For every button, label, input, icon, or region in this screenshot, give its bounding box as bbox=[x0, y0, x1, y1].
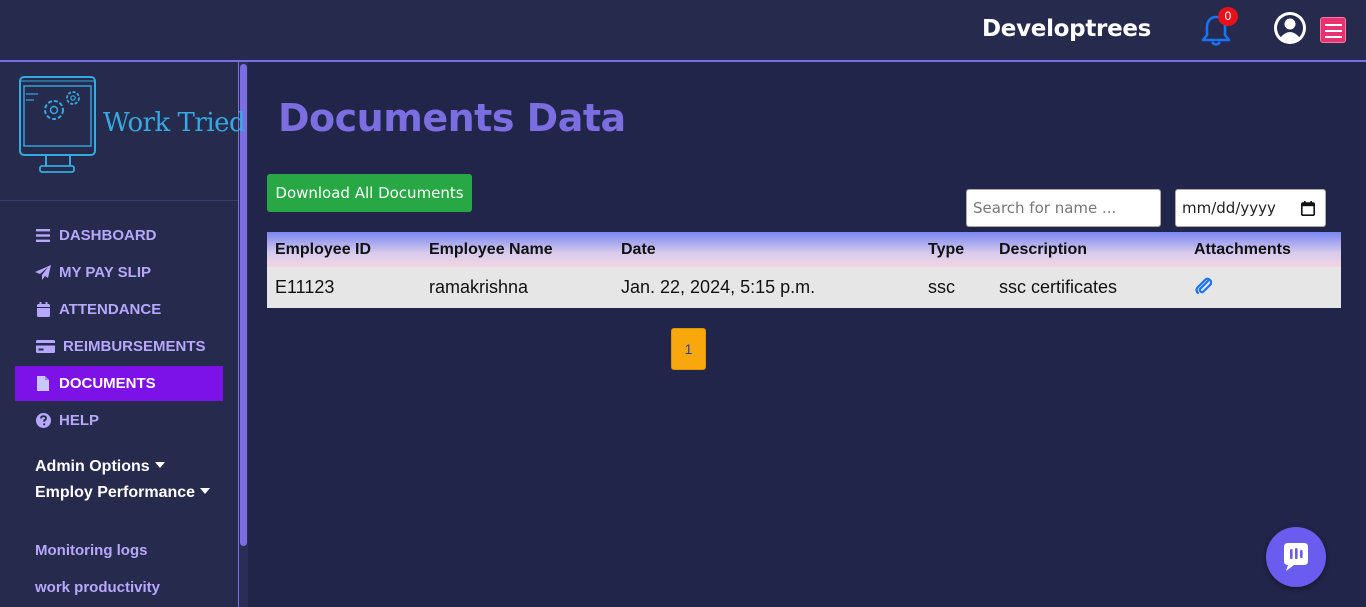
employ-performance-dropdown[interactable]: Employ Performance bbox=[35, 484, 211, 502]
logo-text: Work Tried bbox=[103, 108, 246, 138]
top-bar: Developtrees 0 bbox=[0, 0, 1366, 62]
caret-down-icon bbox=[200, 488, 211, 494]
attachments-cell bbox=[1186, 267, 1341, 308]
file-icon bbox=[35, 376, 51, 392]
employee-name-cell: ramakrishna bbox=[421, 267, 613, 308]
table-header-row: Employee ID Employee Name Date Type Desc… bbox=[267, 232, 1341, 267]
type-cell: ssc bbox=[920, 267, 991, 308]
brand-name: Developtrees bbox=[982, 16, 1152, 42]
sidebar-item-label: MY PAY SLIP bbox=[59, 264, 151, 281]
work-productivity-link[interactable]: work productivity bbox=[35, 579, 160, 596]
sidebar-item-label: REIMBURSEMENTS bbox=[63, 338, 206, 355]
chat-bubble-icon bbox=[1284, 543, 1308, 571]
page-title: Documents Data bbox=[278, 96, 626, 140]
question-circle-icon bbox=[35, 413, 51, 429]
credit-card-icon bbox=[35, 339, 55, 355]
pagination-page-button[interactable]: 1 bbox=[671, 328, 706, 370]
sidebar-item-label: DOCUMENTS bbox=[59, 375, 156, 392]
employee-id-cell: E11123 bbox=[267, 267, 421, 308]
sidebar-item-help[interactable]: HELP bbox=[15, 403, 223, 438]
paper-plane-icon bbox=[35, 265, 51, 281]
description-cell: ssc certificates bbox=[991, 267, 1186, 308]
column-header: Employee Name bbox=[421, 232, 613, 267]
sidebar-item-my-pay-slip[interactable]: MY PAY SLIP bbox=[15, 255, 223, 290]
column-header: Description bbox=[991, 232, 1186, 267]
hamburger-menu-button[interactable] bbox=[1320, 17, 1346, 43]
caret-down-icon bbox=[154, 462, 165, 468]
sidebar-divider bbox=[0, 200, 238, 201]
download-all-documents-button[interactable]: Download All Documents bbox=[267, 174, 472, 212]
user-circle-icon[interactable] bbox=[1273, 11, 1307, 45]
calendar-icon bbox=[35, 302, 51, 318]
monitoring-logs-link[interactable]: Monitoring logs bbox=[35, 542, 147, 559]
date-filter-input[interactable]: mm/dd/yyyy bbox=[1175, 189, 1326, 227]
column-header: Date bbox=[613, 232, 920, 267]
sidebar-scrollbar[interactable] bbox=[238, 62, 248, 607]
sidebar-item-label: DASHBOARD bbox=[59, 227, 157, 244]
bars-icon bbox=[35, 228, 51, 244]
chat-widget-button[interactable] bbox=[1266, 527, 1326, 587]
sidebar-item-label: ATTENDANCE bbox=[59, 301, 162, 318]
notification-badge: 0 bbox=[1218, 7, 1238, 26]
table-row: E11123 ramakrishna Jan. 22, 2024, 5:15 p… bbox=[267, 267, 1341, 308]
documents-table: Employee ID Employee Name Date Type Desc… bbox=[267, 232, 1341, 308]
admin-options-dropdown[interactable]: Admin Options bbox=[35, 458, 165, 476]
sidebar-item-reimbursements[interactable]: REIMBURSEMENTS bbox=[15, 329, 223, 364]
admin-options-label: Admin Options bbox=[35, 458, 150, 475]
column-header: Attachments bbox=[1186, 232, 1341, 267]
date-cell: Jan. 22, 2024, 5:15 p.m. bbox=[613, 267, 920, 308]
sidebar-item-documents[interactable]: DOCUMENTS bbox=[15, 366, 223, 401]
calendar-icon[interactable] bbox=[1301, 201, 1315, 216]
search-input[interactable] bbox=[966, 189, 1161, 227]
sidebar-item-dashboard[interactable]: DASHBOARD bbox=[15, 218, 223, 253]
sidebar-item-label: HELP bbox=[59, 412, 100, 429]
column-header: Type bbox=[920, 232, 991, 267]
date-placeholder: mm/dd/yyyy bbox=[1182, 199, 1276, 217]
paperclip-icon[interactable] bbox=[1194, 275, 1213, 295]
sidebar-item-attendance[interactable]: ATTENDANCE bbox=[15, 292, 223, 327]
employ-performance-label: Employ Performance bbox=[35, 484, 196, 501]
column-header: Employee ID bbox=[267, 232, 421, 267]
